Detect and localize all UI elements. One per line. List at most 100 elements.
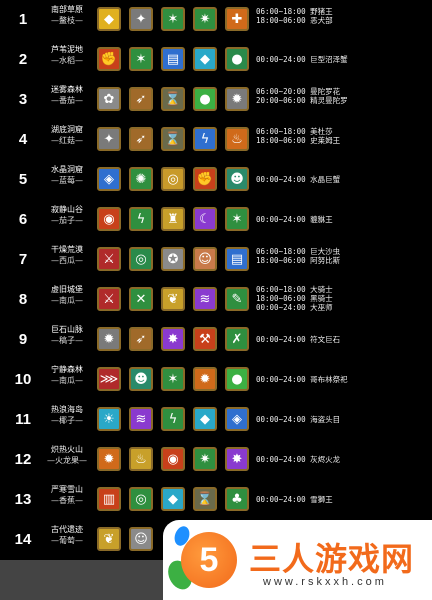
sword-icon: ⚔ (97, 247, 121, 271)
location-title: 芦苇泥地 (51, 45, 83, 54)
schedule-line: 06:00~18:00 大骑士 (256, 285, 333, 294)
face-icon: ☺ (129, 527, 153, 551)
location-crop: —红菇— (51, 136, 83, 145)
location-name: 虚旧城堡 —南瓜— (40, 284, 94, 306)
row-number: 6 (18, 211, 28, 228)
star-burst-icon: ✸ (225, 447, 249, 471)
row-number: 1 (18, 11, 28, 28)
spawn-schedule: 06:00~18:00 美杜莎 18:00~06:00 史莱姆王 (256, 127, 432, 145)
location-name: 宁静森林 —南瓜— (40, 364, 94, 386)
location-crop: —番茄— (51, 96, 83, 105)
fist-icon: ✊ (97, 47, 121, 71)
table-row: 13 严寒雪山 —香蕉— ▥ ◎ ◆ ⌛ ♣ 00:00~24:00 雪獅王 (0, 480, 432, 520)
location-title: 炽热火山 (51, 445, 83, 454)
location-name: 湖底洞窟 —红菇— (40, 124, 94, 146)
table-row: 1 南部草原 —鳌枝— ◆ ✦ ✶ ✷ ✚ 06:00~18:00 野猪王 18:00~06:00… (0, 0, 432, 40)
hourglass-icon: ⌛ (161, 87, 185, 111)
spawn-schedule: 00:00~24:00 符文巨石 (256, 335, 432, 344)
fist-icon: ✊ (193, 167, 217, 191)
hourglass-icon: ⌛ (193, 487, 217, 511)
arrow-icon: ➶ (129, 127, 153, 151)
row-number: 2 (18, 51, 28, 68)
location-title: 宁静森林 (51, 365, 83, 374)
star-burst-icon: ✸ (161, 327, 185, 351)
location-crop: —蓝莓— (51, 176, 83, 185)
schedule-line: 00:00~24:00 海盗头目 (256, 415, 341, 424)
spawn-schedule: 00:00~24:00 貔貅王 (256, 215, 432, 224)
spawn-schedule: 00:00~24:00 巨型沼泽蟹 (256, 55, 432, 64)
location-title: 热浪海岛 (51, 405, 83, 414)
row-number: 10 (14, 371, 32, 388)
location-name: 水晶洞窟 —蓝莓— (40, 164, 94, 186)
cross-arrows-icon: ✕ (129, 287, 153, 311)
spawn-schedule: 06:00~18:00 巨大沙虫 18:00~06:00 阿努比斯 (256, 247, 432, 265)
shield-icon: ◈ (225, 407, 249, 431)
row-number: 9 (18, 331, 28, 348)
schedule-line: 00:00~24:00 雪獅王 (256, 495, 333, 504)
ring-icon: ◉ (161, 447, 185, 471)
spawn-schedule: 00:00~24:00 雪獅王 (256, 495, 432, 504)
location-title: 古代遗迹 (51, 525, 83, 534)
heat-icon: ♨ (129, 447, 153, 471)
brand-name: 三人游戏网 (249, 540, 415, 578)
table-row: 9 巨石山脉 —稿子— ✹ ➶ ✸ ⚒ ✗ 00:00~24:00 符文巨石 (0, 320, 432, 360)
face-icon: ☺ (193, 247, 217, 271)
logo-icon: 5 (181, 532, 237, 588)
row-number: 5 (18, 171, 28, 188)
lightning-icon: ϟ (193, 127, 217, 151)
table-row: 11 热浪海岛 —椰子— ☀ ≋ ϟ ◆ ◈ 00:00~24:00 海盗头目 (0, 400, 432, 440)
spawn-schedule: 06:00~20:00 曼陀罗花 20:00~06:00 精灵曼陀罗 (256, 87, 432, 105)
hammer-icon: ⚒ (193, 327, 217, 351)
shield-icon: ◆ (97, 7, 121, 31)
totem-icon: ♜ (161, 207, 185, 231)
mask-icon: ☻ (225, 167, 249, 191)
location-crop: —葡萄— (51, 536, 83, 545)
beast-icon: ✦ (97, 127, 121, 151)
hourglass-icon: ⌛ (161, 127, 185, 151)
spawn-schedule: 00:00~24:00 海盗头目 (256, 415, 432, 424)
location-title: 水晶洞窟 (51, 165, 83, 174)
book-icon: ▤ (225, 247, 249, 271)
table-row: 10 宁静森林 —南瓜— ⋙ ☻ ✶ ✹ ● 00:00~24:00 哥布林祭祀 (0, 360, 432, 400)
lightning-icon: ϟ (161, 407, 185, 431)
schedule-line: 06:00~20:00 曼陀罗花 (256, 87, 341, 96)
blade-icon: ✎ (225, 287, 249, 311)
site-url: www.rskxxh.com (263, 576, 387, 588)
location-crop: —椰子— (51, 416, 83, 425)
crystal-icon: ◆ (161, 487, 185, 511)
location-crop: —鳌枝— (51, 16, 83, 25)
leaf-icon: ✶ (129, 47, 153, 71)
gem-icon: ◆ (193, 407, 217, 431)
table-row: 4 湖底洞窟 —红菇— ✦ ➶ ⌛ ϟ ♨ 06:00~18:00 美杜莎 18:00~06:00… (0, 120, 432, 160)
schedule-line: 20:00~06:00 精灵曼陀罗 (256, 96, 348, 105)
location-title: 虚旧城堡 (51, 285, 83, 294)
table-row: 5 水晶洞窟 —蓝莓— ◈ ✺ ◎ ✊ ☻ 00:00~24:00 水晶巨蟹 (0, 160, 432, 200)
slime-icon: ● (193, 87, 217, 111)
location-title: 巨石山脉 (51, 325, 83, 334)
spawn-schedule: 06:00~18:00 野猪王 18:00~06:00 恶犬部 (256, 7, 432, 25)
row-number: 8 (18, 291, 28, 308)
arrow-icon: ➶ (129, 327, 153, 351)
table-row: 6 寂静山谷 —茄子— ◉ ϟ ♜ ☾ ✶ 00:00~24:00 貔貅王 (0, 200, 432, 240)
sun-icon: ☀ (97, 407, 121, 431)
table-row: 2 芦苇泥地 —水稻— ✊ ✶ ▤ ◆ ● 00:00~24:00 巨型沼泽蟹 (0, 40, 432, 80)
location-crop: —火龙果— (47, 456, 87, 465)
location-crop: —西瓜— (51, 256, 83, 265)
location-name: 热浪海岛 —椰子— (40, 404, 94, 426)
ring-icon: ◎ (161, 167, 185, 191)
row-number: 14 (14, 531, 32, 548)
target-icon: ◎ (129, 487, 153, 511)
spawn-schedule: 00:00~24:00 水晶巨蟹 (256, 175, 432, 184)
row-number: 7 (18, 251, 28, 268)
plant-icon: ♣ (225, 487, 249, 511)
location-crop: —稿子— (51, 336, 83, 345)
slime-icon: ● (225, 367, 249, 391)
row-number: 3 (18, 91, 28, 108)
schedule-line: 18:00~06:00 黑骑士 (256, 294, 333, 303)
wheel-icon: ✪ (161, 247, 185, 271)
location-title: 干燥荒漠 (51, 245, 83, 254)
schedule-line: 06:00~18:00 巨大沙虫 (256, 247, 341, 256)
book-icon: ▤ (161, 47, 185, 71)
schedule-line: 00:00~24:00 灰烬火龙 (256, 455, 341, 464)
tornado-icon: ≋ (193, 287, 217, 311)
